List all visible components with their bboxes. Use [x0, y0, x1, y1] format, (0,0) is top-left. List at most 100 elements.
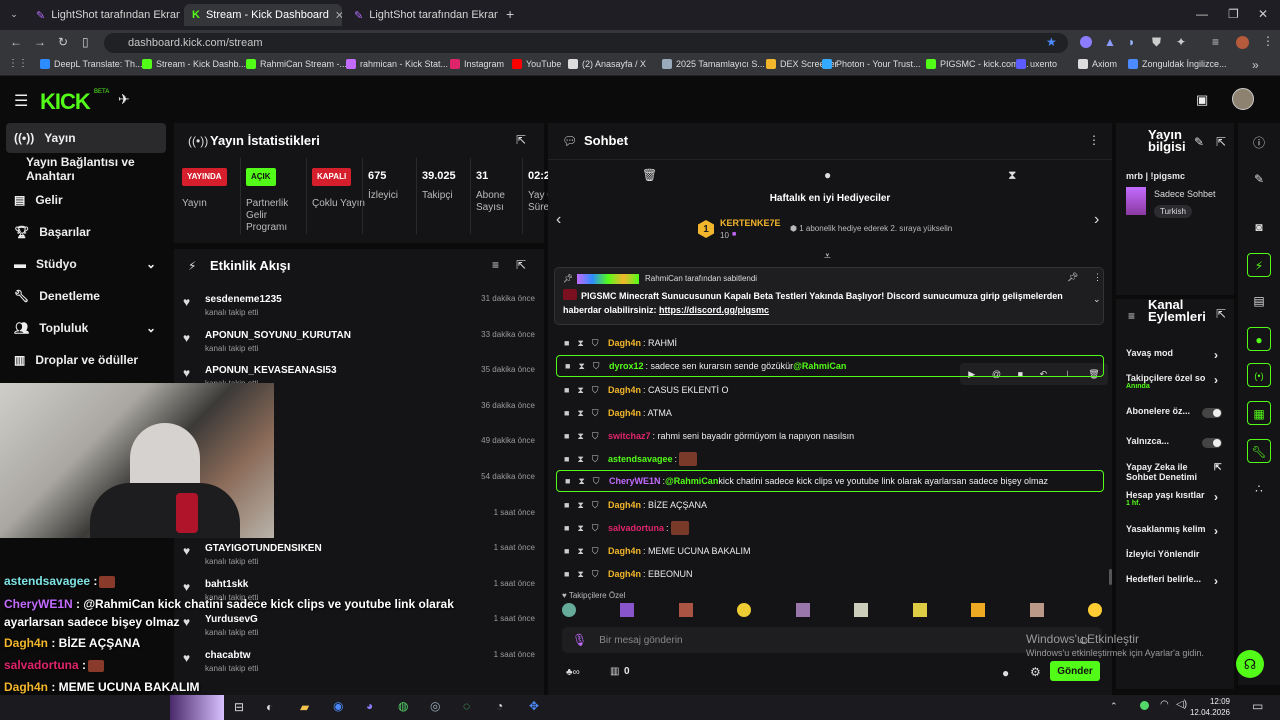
chat-username[interactable]: dyrox12	[609, 361, 644, 371]
edit-icon[interactable]: ✎	[1247, 167, 1271, 191]
chat-username[interactable]: Dagh4n	[608, 385, 641, 395]
toggle-switch[interactable]	[1202, 438, 1222, 448]
hourglass-icon[interactable]: ⧗	[577, 569, 583, 580]
tray-chevron-icon[interactable]: ⌃	[1110, 701, 1118, 712]
chat-input[interactable]: 🎙︎ Bir mesaj gönderin ☺	[562, 627, 1102, 653]
toggle-switch[interactable]	[1202, 408, 1222, 418]
info-icon[interactable]: ⓘ	[1247, 131, 1271, 155]
menu-kebab-icon[interactable]: ⋮	[1262, 34, 1274, 48]
whatsapp-icon[interactable]: ◌	[463, 699, 470, 713]
extension-icon[interactable]	[1080, 36, 1092, 48]
media-icon[interactable]: ≡	[1212, 35, 1219, 49]
popout-icon[interactable]: ⇱	[516, 133, 526, 147]
bookmark-item[interactable]: Axiom	[1078, 59, 1117, 69]
bookmark-item[interactable]: uxento	[1016, 59, 1057, 69]
trash-icon[interactable]: ■	[564, 408, 569, 419]
chat-username[interactable]: CheryWE1N	[609, 476, 661, 486]
chat-message[interactable]: ■ ⧗ ⛉ salvadortuna:	[556, 518, 1104, 538]
bookmark-item[interactable]: DeepL Translate: Th...	[40, 59, 143, 69]
pin-icon[interactable]: 📌︎	[1067, 272, 1078, 283]
chevron-left-icon[interactable]: ‹	[556, 211, 561, 229]
popout-icon[interactable]: ⇱	[1216, 307, 1226, 321]
chat-message[interactable]: ■ ⧗ ⛉ Dagh4n: BİZE AÇŞANA	[556, 495, 1104, 515]
chat-username[interactable]: Dagh4n	[608, 408, 641, 418]
task-view-icon[interactable]: ⊟	[234, 700, 244, 714]
channel-action-item[interactable]: Yapay Zeka ile Sohbet Denetimi ⇱	[1126, 462, 1230, 482]
minimize-icon[interactable]: —	[1196, 7, 1208, 21]
clock-date[interactable]: 12.04.2026	[1188, 708, 1230, 717]
chat-username[interactable]: astendsavagee	[608, 454, 673, 464]
chat-message[interactable]: ■ ⧗ ⛉ Dagh4n: ATMA	[556, 403, 1104, 423]
profile-avatar[interactable]	[1236, 36, 1249, 49]
back-icon[interactable]: ←	[10, 35, 22, 49]
sidebar-item-yayin[interactable]: ((•)) Yayın	[6, 123, 166, 153]
trash-icon[interactable]: ■	[564, 523, 569, 534]
emote[interactable]	[737, 603, 752, 617]
pin-icon[interactable]: ✈	[118, 91, 130, 108]
bookmark-item[interactable]: Photon - Your Trust...	[822, 59, 921, 69]
chat-message[interactable]: ■ ⧗ ⛉ CheryWE1N: @RahmiCan kick chatini sad…	[556, 470, 1104, 492]
bookmark-item[interactable]: PIGSMC - kick.com/...	[926, 59, 1029, 69]
browser-tab-1[interactable]: ✎LightShot tarafından Ekran Gör✕	[28, 4, 180, 26]
channel-action-item[interactable]: Yalnızca...	[1126, 436, 1230, 456]
chat-message[interactable]: ■ ⧗ ⛉ switchaz7: rahmi seni bayadır görmüyo…	[556, 426, 1104, 446]
send-button[interactable]: Gönder	[1050, 661, 1100, 681]
users-icon[interactable]: ♣∞	[566, 667, 580, 678]
browser-tab-3[interactable]: ✎LightShot tarafından Ekran Gör✕	[346, 4, 498, 26]
sidebar-item-stream-key[interactable]: Yayın Bağlantısı ve Anahtarı	[6, 154, 166, 184]
more-bookmarks-icon[interactable]: »	[1252, 58, 1259, 72]
hourglass-icon[interactable]: ⧗	[577, 431, 583, 442]
obs-icon[interactable]: ◔	[496, 699, 503, 713]
sidebar-item-basarilar[interactable]: 🏆︎ Başarılar	[6, 217, 166, 247]
emote[interactable]	[678, 603, 693, 617]
trash-icon[interactable]: ■	[564, 546, 569, 557]
sidebar-item-topluluk[interactable]: 👥︎ Topluluk ⌄	[6, 313, 166, 343]
share-icon[interactable]: ∴	[1247, 477, 1271, 501]
gear-icon[interactable]: ⚙	[1030, 665, 1041, 679]
steam-icon[interactable]: ◎	[430, 699, 440, 713]
url-field[interactable]: dashboard.kick.com/stream	[104, 33, 1068, 53]
edit-icon[interactable]: ✎	[1194, 135, 1204, 149]
forward-icon[interactable]: →	[34, 35, 46, 49]
emote[interactable]	[971, 603, 986, 617]
emote[interactable]	[620, 603, 635, 617]
mic-icon[interactable]: 🎙︎	[572, 633, 587, 647]
hourglass-icon[interactable]: ⧗	[577, 500, 583, 511]
tag-badge[interactable]: Turkish	[1154, 205, 1192, 218]
category-name[interactable]: Sadece Sohbet	[1154, 189, 1216, 199]
clock-time[interactable]: 12:09	[1200, 697, 1230, 706]
channel-action-item[interactable]: Abonelere öz...	[1126, 406, 1230, 426]
bookmark-item[interactable]: YouTube	[512, 59, 561, 69]
emote[interactable]	[1087, 603, 1102, 617]
emote[interactable]	[854, 603, 869, 617]
hourglass-icon[interactable]: ⧗	[577, 523, 583, 534]
bookmark-item[interactable]: Instagram	[450, 59, 504, 69]
notification-icon[interactable]: ▭	[1252, 699, 1263, 713]
hourglass-icon[interactable]: ⧗	[577, 546, 583, 557]
chat-username[interactable]: salvadortuna	[608, 523, 664, 533]
kick-logo[interactable]: KICK	[40, 89, 91, 115]
hourglass-icon[interactable]: ⧗	[578, 476, 584, 487]
apps-icon[interactable]: ⋮⋮	[8, 58, 28, 69]
popout-icon[interactable]: ⇱	[516, 258, 526, 272]
split-icon[interactable]: ▯	[82, 35, 89, 49]
hamburger-icon[interactable]: ☰	[14, 91, 28, 111]
sidebar-item-denetleme[interactable]: 🔧︎ Denetleme	[6, 281, 166, 311]
trash-icon[interactable]: ■	[564, 338, 569, 349]
broadcast-icon[interactable]: (•)	[1247, 363, 1271, 387]
bookmark-item[interactable]: Stream - Kick Dashb...	[142, 59, 246, 69]
follower-name[interactable]: sesdeneme1235	[205, 294, 282, 305]
close-icon[interactable]: ✕	[335, 9, 342, 22]
gift-icon[interactable]: ▥	[610, 666, 619, 677]
studio-icon[interactable]: ▣	[1196, 92, 1208, 108]
menu-kebab-icon[interactable]: ⋮	[1088, 133, 1100, 147]
chevron-down-icon[interactable]: ⌄	[1093, 294, 1101, 305]
support-icon[interactable]: ☊	[1236, 650, 1264, 678]
lightning-icon[interactable]: ⚡︎	[1247, 253, 1271, 277]
emote[interactable]	[562, 603, 576, 617]
chat-message[interactable]: ■ ⧗ ⛉ astendsavagee:	[556, 449, 1104, 469]
chat-mention[interactable]: @RahmiCan	[793, 361, 846, 371]
hourglass-icon[interactable]: ⧗	[577, 454, 583, 465]
pinned-link[interactable]: https://discord.gg/pigsmc	[659, 305, 769, 315]
follower-name[interactable]: YurdusevG	[205, 614, 258, 625]
